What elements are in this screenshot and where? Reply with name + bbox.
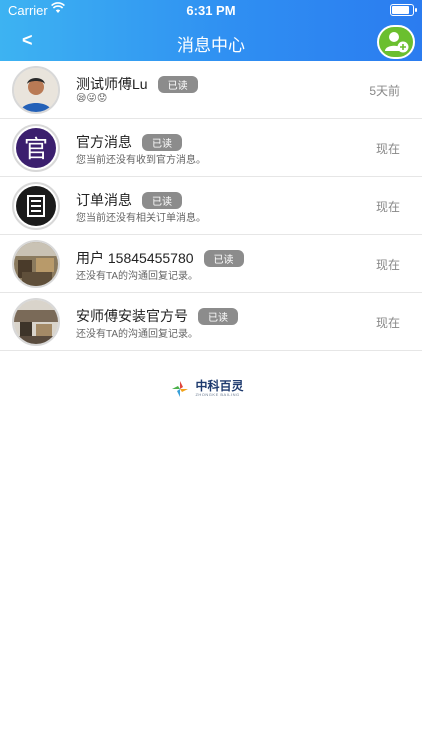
avatar — [12, 240, 60, 288]
message-preview: 还没有TA的沟通回复记录。 — [76, 271, 199, 282]
read-badge: 已读 — [203, 249, 244, 267]
message-time: 现在 — [375, 200, 400, 214]
avatar — [12, 298, 60, 346]
avatar — [12, 182, 60, 230]
message-preview: 还没有TA的沟通回复记录。 — [76, 329, 199, 340]
read-badge: 已读 — [142, 191, 182, 209]
read-badge: 已读 — [157, 75, 198, 93]
battery-icon — [390, 4, 417, 16]
message-preview: 您当前还没有相关订单消息。 — [76, 213, 206, 224]
app-header: Carrier 6:31 PM < 消息中心 — [0, 0, 422, 66]
logo-text: 中科百灵 — [195, 379, 244, 393]
read-badge: 已读 — [198, 307, 238, 325]
message-row-3[interactable]: 用户 15845455780 已读 还没有TA的沟通回复记录。 现在 — [0, 235, 422, 293]
document-icon — [16, 186, 56, 226]
contact-name: 用户 15845455780 — [76, 250, 194, 266]
message-row-2[interactable]: 订单消息 已读 您当前还没有相关订单消息。 现在 — [0, 177, 422, 235]
nav-bar: < 消息中心 — [0, 20, 422, 66]
page-title: 消息中心 — [177, 36, 245, 55]
contact-name: 测试师傅Lu — [76, 76, 148, 92]
footer-logo: 中科百灵 ZHONGKE BAILING — [171, 380, 243, 400]
add-user-icon — [385, 32, 409, 53]
official-avatar-glyph: 官 — [24, 135, 48, 163]
message-list: 测试师傅Lu 已读 😪😜😟 5天前 官 官方消息 已读 您当前还没有收到官方消息。 … — [0, 61, 422, 351]
status-time: 6:31 PM — [186, 3, 236, 18]
contact-name: 安师傅安装官方号 — [76, 308, 188, 324]
message-row-1[interactable]: 官 官方消息 已读 您当前还没有收到官方消息。 现在 — [0, 119, 422, 177]
avatar: 官 — [12, 124, 60, 172]
message-preview: 您当前还没有收到官方消息。 — [76, 155, 206, 166]
status-bar: Carrier 6:31 PM — [0, 0, 422, 20]
message-preview: 😪😜😟 — [76, 93, 108, 104]
avatar — [12, 66, 60, 114]
message-time: 现在 — [375, 316, 400, 330]
message-time: 5天前 — [369, 84, 400, 98]
read-badge: 已读 — [142, 133, 182, 151]
message-row-4[interactable]: 安师傅安装官方号 已读 还没有TA的沟通回复记录。 现在 — [0, 293, 422, 351]
bird-logo-icon — [172, 381, 188, 397]
message-time: 现在 — [375, 258, 400, 272]
logo-subtext: ZHONGKE BAILING — [195, 392, 240, 397]
contact-name: 官方消息 — [76, 134, 132, 150]
message-row-0[interactable]: 测试师傅Lu 已读 😪😜😟 5天前 — [0, 61, 422, 119]
add-contact-button[interactable] — [377, 25, 415, 59]
battery-level — [392, 6, 409, 14]
message-time: 现在 — [375, 142, 400, 156]
contact-name: 订单消息 — [76, 192, 132, 208]
